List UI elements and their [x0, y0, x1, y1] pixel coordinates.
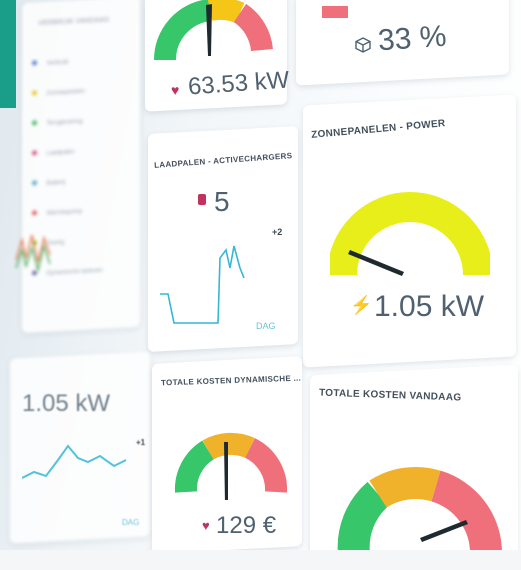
zonnepanelen-value: 1.05 kW — [374, 290, 485, 323]
monitor-bottom-edge — [0, 550, 521, 570]
sidebar-item[interactable]: Batterij — [32, 171, 65, 191]
left-partial-line-chart — [22, 444, 127, 479]
plug-icon: ♥ — [202, 518, 210, 533]
top-right-value: 33 % — [376, 19, 448, 58]
gauge-top-left — [153, 0, 273, 61]
left-mini-chart — [15, 234, 51, 273]
dot-icon — [32, 180, 37, 186]
sidebar-item[interactable]: Warmtepomp — [32, 200, 82, 221]
sidebar-item[interactable]: Teruglevering — [32, 110, 82, 131]
sidebar-item-label: Batterij — [46, 179, 66, 187]
sidebar-item-label: Zonnepanelen — [46, 88, 85, 97]
sidebar-item[interactable]: Zonnepanelen — [32, 80, 85, 101]
bolt-icon: ⚡ — [350, 295, 373, 315]
dashboard-photo: VERBRUIK VANDAAG Verbruik Zonnepanelen T… — [0, 0, 521, 570]
teal-side-tab — [0, 0, 16, 108]
sidebar-item-label: Verbruik — [46, 59, 69, 67]
dynamische-value: 129 € — [216, 512, 277, 539]
laadpalen-line-chart — [160, 245, 245, 324]
dot-icon — [32, 210, 37, 216]
plug-icon: ♥ — [171, 82, 180, 98]
laadpalen-delta: +2 — [272, 227, 283, 237]
left-partial-value: 1.05 kW — [22, 390, 111, 417]
cube-icon — [355, 37, 371, 53]
sidebar-item-label: Teruglevering — [46, 118, 83, 127]
sidebar-header: VERBRUIK VANDAAG — [38, 16, 110, 28]
sidebar: VERBRUIK VANDAAG Verbruik Zonnepanelen T… — [22, 0, 140, 334]
zonnepanelen-gauge — [330, 192, 490, 276]
left-partial-period: DAG — [122, 518, 140, 527]
dynamische-gauge — [174, 432, 288, 500]
sidebar-item-label: Laadpalen — [46, 149, 75, 157]
laadpalen-count: 5 — [214, 186, 230, 217]
left-partial-delta: +1 — [136, 438, 146, 447]
charger-icon — [198, 194, 206, 205]
sidebar-item[interactable]: Verbruik — [32, 51, 68, 71]
dot-icon — [32, 60, 37, 66]
dot-icon — [32, 150, 37, 156]
sidebar-item-label: Dynamische tarieven — [46, 267, 103, 277]
gauge-fragment — [322, 6, 348, 18]
sidebar-item[interactable]: Laadpalen — [32, 140, 74, 160]
kosten-vandaag-gauge — [337, 467, 502, 556]
dot-icon — [32, 120, 37, 126]
sidebar-item-label: Warmtepomp — [46, 208, 83, 217]
dot-icon — [32, 90, 37, 96]
laadpalen-period: DAG — [256, 321, 276, 331]
